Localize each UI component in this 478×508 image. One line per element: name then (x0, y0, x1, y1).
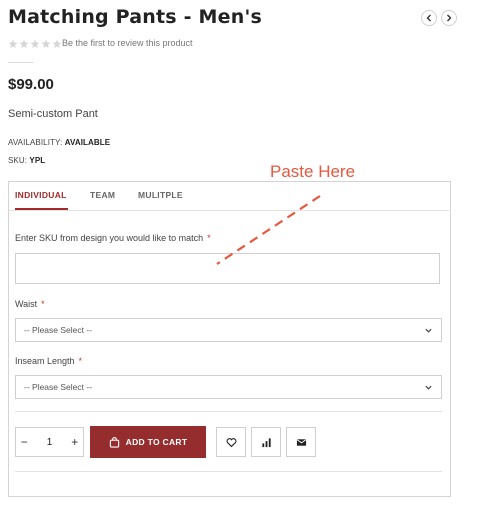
sku-field-label-text: Enter SKU from design you would like to … (15, 233, 204, 243)
sku-label: SKU: (8, 156, 28, 165)
annotation-label: Paste Here (270, 162, 356, 181)
rating-stars (8, 38, 62, 50)
sku-field-label: Enter SKU from design you would like to … (15, 233, 211, 243)
annotation-arrow (216, 195, 321, 265)
envelope-icon (296, 438, 306, 446)
waist-select[interactable]: -- Please Select -- (15, 318, 442, 342)
star-icon (52, 39, 62, 48)
next-product-button[interactable] (441, 10, 457, 26)
product-description: Semi-custom Pant (8, 108, 98, 120)
required-mark: * (41, 299, 45, 309)
email-friend-button[interactable] (286, 427, 316, 457)
waist-label: Waist * (15, 299, 45, 309)
qty-input[interactable] (32, 435, 67, 449)
star-icon (41, 39, 51, 48)
bar-chart-icon (261, 437, 271, 447)
compare-button[interactable] (251, 427, 281, 457)
product-title: Matching Pants - Men's (8, 6, 262, 28)
availability-label: AVAILABILITY: (8, 138, 63, 147)
sku-value: YPL (29, 156, 46, 165)
heart-icon (226, 437, 236, 447)
sku-info: SKU: YPL (8, 156, 45, 165)
prev-product-button[interactable] (421, 10, 437, 26)
tab-multiple[interactable]: MULITPLE (138, 190, 183, 200)
chevron-right-icon (447, 14, 452, 22)
inseam-select[interactable]: -- Please Select -- (15, 375, 442, 399)
star-icon (30, 39, 40, 48)
divider (15, 471, 442, 472)
shopping-bag-icon (109, 436, 119, 448)
quantity-stepper: − + (15, 427, 84, 457)
divider (15, 411, 442, 412)
qty-increase-button[interactable]: + (67, 428, 84, 456)
review-prompt-link[interactable]: Be the first to review this product (62, 38, 193, 48)
add-to-cart-button[interactable]: ADD TO CART (90, 426, 206, 458)
tab-individual[interactable]: INDIVIDUAL (15, 190, 67, 200)
tab-team[interactable]: TEAM (90, 190, 115, 200)
inseam-select-value: -- Please Select -- (24, 382, 93, 392)
waist-select-value: -- Please Select -- (24, 325, 93, 335)
wishlist-button[interactable] (216, 427, 246, 457)
add-to-cart-label: ADD TO CART (125, 437, 188, 447)
chevron-left-icon (426, 14, 431, 22)
qty-decrease-button[interactable]: − (16, 428, 33, 456)
product-price: $99.00 (8, 76, 54, 93)
star-icon (8, 39, 18, 48)
availability: AVAILABILITY: AVAILABLE (8, 138, 110, 147)
inseam-label-text: Inseam Length (15, 356, 75, 366)
star-icon (19, 39, 29, 48)
required-mark: * (78, 356, 83, 366)
divider (8, 62, 33, 63)
inseam-label: Inseam Length * (15, 356, 82, 366)
waist-label-text: Waist (15, 299, 38, 309)
chevron-down-icon (425, 328, 432, 333)
chevron-down-icon (425, 385, 432, 390)
availability-value: AVAILABLE (64, 138, 111, 147)
